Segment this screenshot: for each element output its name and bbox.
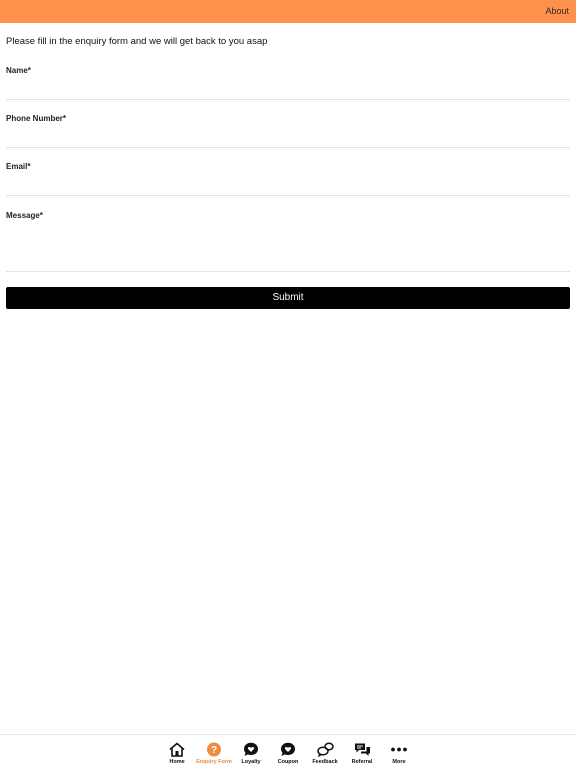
- message-field-group: Message*: [6, 211, 570, 272]
- email-field-group: Email*: [6, 162, 570, 196]
- question-icon: ?: [207, 742, 221, 757]
- phone-field-group: Phone Number*: [6, 114, 570, 148]
- referral-icon: [354, 743, 370, 756]
- about-link[interactable]: About: [545, 6, 569, 16]
- svg-text:?: ?: [211, 745, 217, 756]
- bottom-tab-bar: Home ? Enquiry Form Loyalty Coupon Feedb…: [0, 734, 576, 768]
- phone-label: Phone Number*: [6, 114, 67, 123]
- name-label: Name*: [6, 66, 31, 75]
- tab-more[interactable]: More: [377, 738, 421, 768]
- feedback-icon: [316, 742, 334, 757]
- name-field-group: Name*: [6, 66, 570, 100]
- message-label: Message*: [6, 211, 43, 220]
- heart-bubble-icon: [244, 742, 258, 756]
- tab-more-label: More: [392, 759, 406, 765]
- name-input[interactable]: [6, 76, 570, 100]
- email-input[interactable]: [6, 172, 570, 196]
- submit-button[interactable]: Submit: [6, 287, 570, 309]
- coupon-bubble-icon: [281, 742, 295, 756]
- message-textarea[interactable]: [6, 221, 570, 272]
- top-bar: About: [0, 0, 576, 23]
- more-dots-icon: [391, 747, 407, 752]
- phone-input[interactable]: [6, 124, 570, 148]
- home-icon: [169, 742, 185, 757]
- form-intro-text: Please fill in the enquiry form and we w…: [6, 36, 268, 47]
- email-label: Email*: [6, 162, 31, 171]
